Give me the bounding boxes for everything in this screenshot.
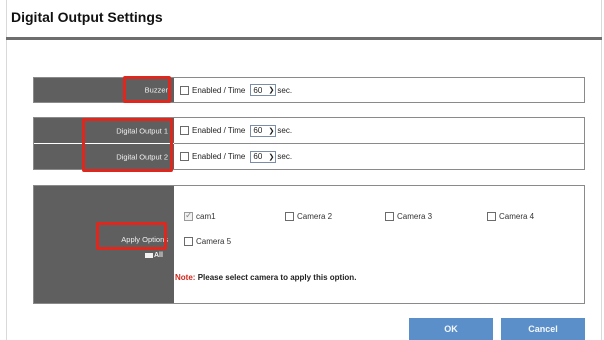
camera-option-camera-3[interactable]: Camera 3 [385, 212, 432, 221]
apply-options-label: Apply Options [121, 235, 168, 244]
digital-output-2-enabled-checkbox[interactable] [180, 152, 189, 161]
camera-label: Camera 5 [196, 237, 232, 246]
cancel-button[interactable]: Cancel [501, 318, 585, 340]
buzzer-label-cell: Buzzer [34, 78, 174, 102]
apply-options-section: Apply Options All cam1 Camera 2 Camera 3… [33, 185, 585, 304]
select-all-toggle[interactable]: All [145, 252, 163, 259]
digital-output-2-enabled-label: Enabled / Time [192, 152, 246, 161]
digital-output-1-enabled-checkbox[interactable] [180, 126, 189, 135]
chevron-down-icon: ❯ [268, 87, 275, 94]
digital-output-2-time-value: 60 [253, 152, 263, 161]
buzzer-row: Buzzer Enabled / Time 60 ❯ sec. [34, 78, 584, 102]
digital-outputs-section: Digital Output 1 Enabled / Time 60 ❯ sec… [33, 117, 585, 170]
select-all-label: All [154, 252, 163, 259]
dialog-title: Digital Output Settings [11, 9, 163, 25]
apply-options-label-cell: Apply Options All [34, 186, 174, 303]
buzzer-time-select[interactable]: 60 ❯ [250, 84, 277, 96]
digital-output-2-controls: Enabled / Time 60 ❯ sec. [180, 144, 292, 169]
buzzer-controls: Enabled / Time 60 ❯ sec. [180, 78, 292, 102]
camera-label: Camera 4 [499, 212, 535, 221]
camera-selection-note: Note: Please select camera to apply this… [175, 273, 356, 282]
camera-label: cam1 [196, 212, 216, 221]
chevron-down-icon: ❯ [268, 153, 275, 161]
camera-checkbox-camera-3[interactable] [385, 212, 394, 221]
camera-label: Camera 2 [297, 212, 333, 221]
digital-output-1-unit: sec. [277, 126, 293, 135]
digital-output-1-label: Digital Output 1 [116, 126, 168, 135]
camera-option-camera-4[interactable]: Camera 4 [487, 212, 534, 221]
camera-checkbox-camera-5[interactable] [184, 237, 193, 246]
buzzer-enabled-checkbox[interactable] [180, 85, 189, 95]
digital-output-2-time-select[interactable]: 60 ❯ [250, 150, 277, 163]
buzzer-label: Buzzer [144, 85, 168, 95]
camera-checkbox-camera-4[interactable] [487, 212, 496, 221]
camera-checkbox-cam1[interactable] [184, 210, 193, 221]
digital-output-settings-page: Digital Output Settings Buzzer Enabled /… [0, 0, 604, 340]
digital-output-1-controls: Enabled / Time 60 ❯ sec. [180, 118, 292, 143]
camera-option-camera-2[interactable]: Camera 2 [285, 212, 332, 221]
digital-output-1-label-cell: Digital Output 1 [34, 118, 174, 143]
digital-output-1-row: Digital Output 1 Enabled / Time 60 ❯ sec… [34, 118, 584, 143]
buzzer-section: Buzzer Enabled / Time 60 ❯ sec. [33, 77, 585, 103]
note-text: Please select camera to apply this optio… [197, 273, 357, 282]
buzzer-enabled-label: Enabled / Time [192, 85, 246, 95]
camera-option-cam1[interactable]: cam1 [184, 210, 216, 221]
chevron-down-icon: ❯ [268, 127, 275, 135]
digital-output-1-enabled-label: Enabled / Time [192, 126, 246, 135]
title-divider [6, 37, 602, 40]
buzzer-unit: sec. [277, 85, 293, 95]
select-all-indicator [145, 253, 153, 258]
camera-label: Camera 3 [397, 212, 433, 221]
digital-output-2-label: Digital Output 2 [116, 152, 168, 161]
digital-output-1-time-value: 60 [253, 126, 263, 135]
note-prefix: Note: [175, 273, 196, 282]
digital-output-2-label-cell: Digital Output 2 [34, 144, 174, 169]
ok-button[interactable]: OK [409, 318, 493, 340]
buzzer-time-value: 60 [253, 85, 263, 95]
digital-output-2-unit: sec. [277, 152, 293, 161]
camera-option-camera-5[interactable]: Camera 5 [184, 237, 231, 246]
digital-output-1-time-select[interactable]: 60 ❯ [250, 124, 277, 137]
camera-checkbox-camera-2[interactable] [285, 212, 294, 221]
digital-output-2-row: Digital Output 2 Enabled / Time 60 ❯ sec… [34, 144, 584, 169]
